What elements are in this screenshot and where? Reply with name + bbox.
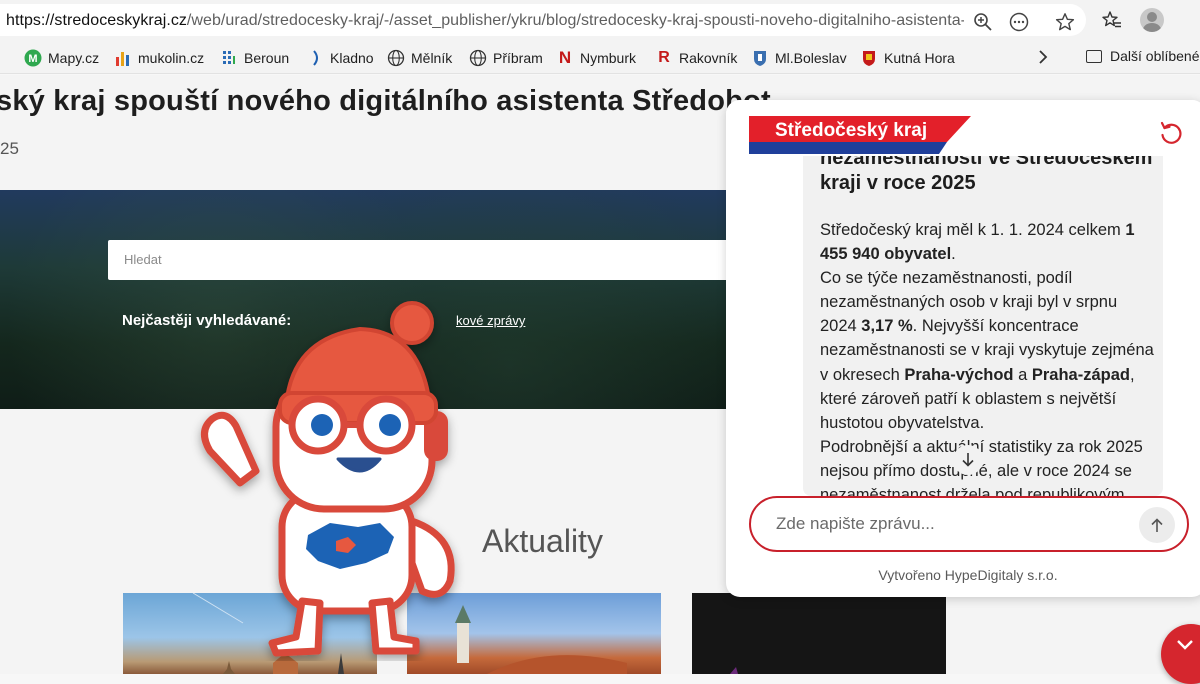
- kladno-icon: [306, 49, 324, 67]
- mapy-icon: M: [24, 49, 42, 67]
- favorite-label: Ml.Boleslav: [775, 50, 847, 66]
- chat-widget: nezaměstnanosti ve Středočeském kraji v …: [726, 100, 1200, 597]
- favorite-item-melnik[interactable]: Mělník: [387, 48, 452, 68]
- search-placeholder: Hledat: [124, 252, 162, 267]
- favorite-item-kladno[interactable]: Kladno: [306, 48, 374, 68]
- stredocesky-kraj-logo: Středočeský kraj: [749, 116, 971, 154]
- logo-text: Středočeský kraj: [775, 120, 927, 141]
- rakovnik-icon: R: [658, 49, 670, 66]
- favorite-item-nymburk[interactable]: N Nymburk: [556, 48, 636, 68]
- scroll-down-button[interactable]: [953, 445, 983, 475]
- url-text[interactable]: https://stredoceskykraj.cz/web/urad/stre…: [6, 12, 964, 30]
- url-field[interactable]: https://stredoceskykraj.cz/web/urad/stre…: [0, 4, 1086, 36]
- restart-icon[interactable]: [1158, 120, 1186, 148]
- favorite-item-mapy[interactable]: M Mapy.cz: [24, 48, 99, 68]
- mlboleslav-icon: [751, 49, 769, 67]
- chevron-right-icon[interactable]: [1036, 48, 1050, 71]
- article-date: 25: [0, 139, 19, 158]
- favorite-label: Příbram: [493, 50, 543, 66]
- arrow-up-icon: [1151, 518, 1163, 532]
- chat-footer-credit: Vytvořeno HypeDigitaly s.r.o.: [878, 567, 1058, 583]
- news-card-image[interactable]: [692, 593, 946, 674]
- stredobot-mascot-image: [190, 301, 480, 661]
- chat-header: Středočeský kraj: [726, 100, 1200, 156]
- zoom-icon[interactable]: [972, 11, 994, 33]
- send-button[interactable]: [1139, 507, 1175, 543]
- section-title: Aktuality: [482, 523, 603, 559]
- assistant-message-text: Středočeský kraj měl k 1. 1. 2024 celkem…: [820, 221, 1154, 496]
- browser-address-bar: https://stredoceskykraj.cz/web/urad/stre…: [0, 0, 1200, 40]
- favorite-item-beroun[interactable]: Beroun: [220, 48, 289, 68]
- favorites-bar: M Mapy.cz mukolin.cz Beroun Kladno Mělní…: [0, 40, 1200, 74]
- favorite-star-icon[interactable]: [1054, 11, 1076, 33]
- article-title: ský kraj spouští nového digitálního asis…: [0, 85, 771, 117]
- message-input[interactable]: Zde napište zprávu...: [749, 496, 1189, 552]
- message-input-placeholder: Zde napište zprávu...: [776, 514, 935, 533]
- svg-text:M: M: [28, 53, 37, 65]
- nymburk-icon: N: [558, 48, 572, 67]
- favorite-label: Nymburk: [580, 50, 637, 66]
- mukolin-icon: [114, 49, 132, 67]
- favorite-item-mukolin[interactable]: mukolin.cz: [114, 48, 204, 68]
- favorite-label: mukolin.cz: [138, 50, 205, 66]
- globe-icon: [469, 49, 487, 67]
- favorite-item-rakovnik[interactable]: R Rakovník: [655, 48, 737, 68]
- chat-messages[interactable]: nezaměstnanosti ve Středočeském kraji v …: [726, 140, 1200, 496]
- search-input[interactable]: Hledat: [108, 240, 728, 280]
- favorite-label: Mělník: [411, 50, 453, 66]
- other-favorites-folder[interactable]: Další oblíbené p: [1086, 48, 1200, 64]
- beroun-icon: [220, 49, 238, 67]
- profile-avatar[interactable]: [1140, 8, 1164, 32]
- globe-icon: [387, 49, 405, 67]
- favorite-label: Kutná Hora: [884, 50, 955, 66]
- other-favorites-label: Další oblíbené p: [1110, 48, 1200, 64]
- favorite-item-pribram[interactable]: Příbram: [469, 48, 543, 68]
- favorite-label: Kladno: [330, 50, 374, 66]
- favorites-list-icon[interactable]: [1100, 8, 1124, 32]
- favorite-label: Rakovník: [679, 50, 738, 66]
- favorite-item-kutnahora[interactable]: Kutná Hora: [860, 48, 955, 68]
- kutnahora-icon: [860, 49, 878, 67]
- favorite-label: Beroun: [244, 50, 290, 66]
- url-path: /web/urad/stredocesky-kraj/-/asset_publi…: [186, 12, 964, 29]
- favorite-label: Mapy.cz: [48, 50, 100, 66]
- chevron-down-icon: [1175, 636, 1195, 657]
- folder-icon: [1086, 49, 1102, 63]
- url-host: https://stredoceskykraj.cz: [6, 12, 187, 29]
- more-options-icon[interactable]: [1008, 11, 1030, 33]
- favorite-item-mlboleslav[interactable]: Ml.Boleslav: [751, 48, 847, 68]
